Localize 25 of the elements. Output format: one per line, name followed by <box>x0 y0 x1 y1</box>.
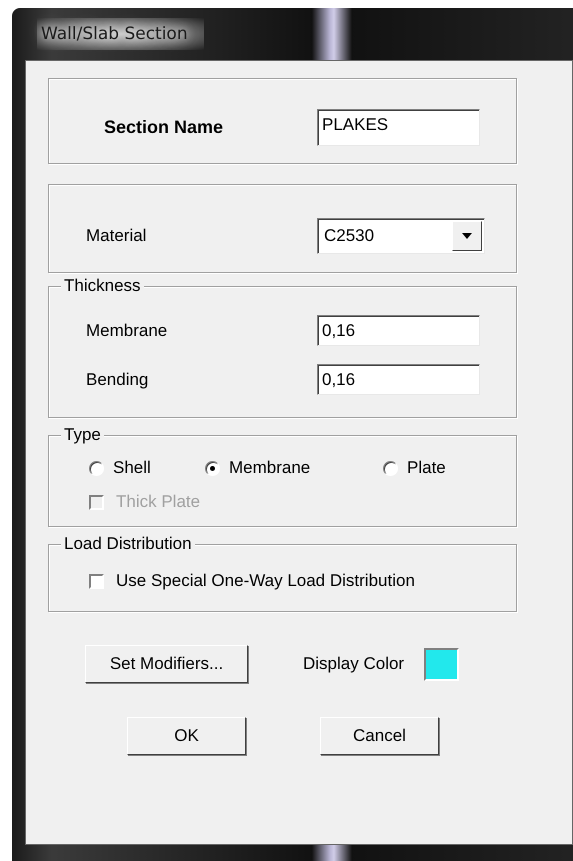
window-title: Wall/Slab Section <box>37 18 204 50</box>
section-name-field[interactable]: PLAKES <box>317 109 480 146</box>
checkbox-label: Use Special One-Way Load Distribution <box>116 571 415 591</box>
caret-icon <box>462 233 472 239</box>
input-field[interactable]: 0,16 <box>317 364 480 395</box>
radio-button[interactable] <box>205 460 220 476</box>
dialog-button[interactable]: OK <box>127 717 246 755</box>
input-field[interactable]: 0,16 <box>317 315 480 346</box>
radio-option[interactable]: Shell <box>89 458 205 478</box>
set-modifiers-button[interactable]: Set Modifiers... <box>85 645 248 683</box>
radio-button[interactable] <box>89 460 104 476</box>
color-swatch[interactable] <box>424 648 460 680</box>
dialog-button[interactable]: Cancel <box>320 717 439 755</box>
radio-button[interactable] <box>383 460 398 476</box>
checkbox-label: Thick Plate <box>116 492 200 512</box>
field-label: Bending <box>86 370 150 390</box>
field-label: Membrane <box>86 320 168 340</box>
checkbox[interactable] <box>89 574 104 588</box>
field-label: Material <box>86 226 148 246</box>
radio-option[interactable]: Plate <box>383 458 446 478</box>
group-title: Type <box>61 425 104 445</box>
material-dropdown[interactable]: C2530 <box>317 218 485 254</box>
radio-option[interactable]: Membrane <box>205 458 383 478</box>
field-label: Section Name <box>104 117 224 138</box>
display-color-label: Display Color <box>303 654 404 674</box>
